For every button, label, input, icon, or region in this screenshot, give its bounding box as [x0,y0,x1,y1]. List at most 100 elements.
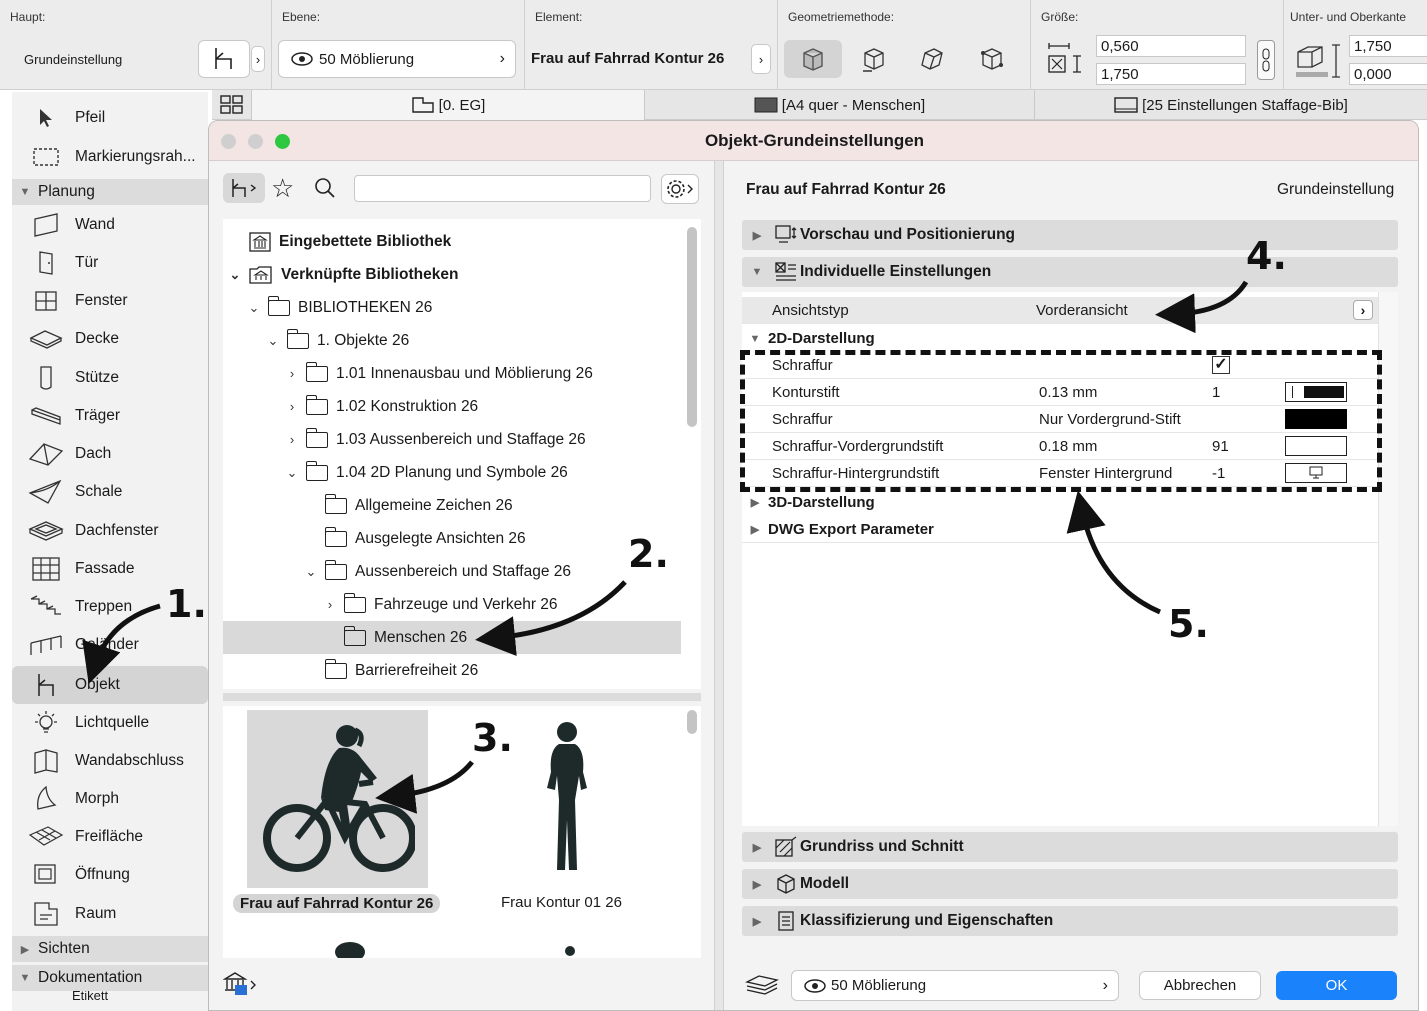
tree-row-barrierefreiheit[interactable]: Barrierefreiheit 26 [324,654,478,687]
favorites-star-icon[interactable]: ☆ [271,175,294,201]
group-dokumentation[interactable]: ▼ Dokumentation [12,965,208,991]
height-field[interactable]: 1,750 [1096,63,1246,85]
window-background-icon[interactable] [1285,463,1347,483]
chevron-right-icon[interactable]: › [284,366,300,381]
tool-morph[interactable]: Morph [12,780,208,818]
tab-settings-sheet[interactable]: [25 Einstellungen Staffage-Bib] [1035,90,1427,120]
element-chevron-icon[interactable]: › [751,44,771,74]
thumbnail-scrollbar[interactable] [687,710,697,734]
geometry-box-button[interactable] [784,40,842,78]
param-row-schraffur-typ[interactable]: Schraffur Nur Vordergrund-Stift [742,406,1378,433]
tool-dachfenster[interactable]: Dachfenster [12,512,208,550]
partial-thumbnail-icon[interactable] [335,942,365,958]
param-group-3d[interactable]: ▶ 3D-Darstellung [742,489,1378,516]
param-row-hintergrundstift[interactable]: Schraffur-Hintergrundstift Fenster Hinte… [742,460,1378,487]
param-row-konturstift[interactable]: Konturstift 0.13 mm 1 [742,379,1378,406]
library-manager-icon[interactable] [222,971,259,1001]
chevron-down-icon[interactable]: ⌄ [246,300,262,316]
tool-markierungsrahmen[interactable]: Markierungsrah... [12,138,208,176]
chevron-down-icon[interactable]: ⌄ [303,564,319,580]
tree-row-ausgelegte-ansichten[interactable]: Ausgelegte Ansichten 26 [324,522,526,555]
woman-standing-icon[interactable] [537,720,597,884]
pane-splitter[interactable] [223,693,701,701]
tool-wand[interactable]: Wand [12,206,208,244]
tree-row-aussenbereich-staffage[interactable]: ⌄ Aussenbereich und Staffage 26 [303,555,571,588]
tool-traeger[interactable]: Träger [12,397,208,435]
bottom-elevation-field[interactable]: 0,000 [1349,63,1427,85]
tool-tuer[interactable]: Tür [12,244,208,282]
param-row-vordergrundstift[interactable]: Schraffur-Vordergrundstift 0.18 mm 91 [742,433,1378,460]
chevron-right-icon[interactable]: › [322,597,338,612]
top-elevation-field[interactable]: 1,750 [1349,35,1427,57]
object-tool-button[interactable] [198,40,250,78]
parameter-scrollbar[interactable] [1378,292,1398,826]
tool-oeffnung[interactable]: Öffnung [12,856,208,894]
dialog-layer-select[interactable]: 50 Möblierung › [791,970,1119,1001]
tree-row-objekte[interactable]: ⌄ 1. Objekte 26 [265,324,409,357]
zoom-window-button[interactable] [275,134,290,149]
section-individual-settings[interactable]: ▼ Individuelle Einstellungen [742,257,1398,287]
tool-decke[interactable]: Decke [12,320,208,358]
tree-row-aussenbereich[interactable]: › 1.03 Aussenbereich und Staffage 26 [284,423,586,456]
library-settings-button[interactable] [661,174,699,204]
param-row-schraffur[interactable]: Schraffur ✓ [742,352,1378,379]
close-window-button[interactable] [221,134,236,149]
section-model[interactable]: ▶ Modell [742,869,1398,899]
tree-row-linked-libraries[interactable]: ⌄ Verknüpfte Bibliotheken [227,258,458,291]
chain-link-icon[interactable] [1257,40,1275,80]
section-preview-positioning[interactable]: ▶ Vorschau und Positionierung [742,220,1398,250]
library-search-input[interactable] [354,175,651,202]
param-group-dwg[interactable]: ▶ DWG Export Parameter [742,516,1378,543]
tree-row-embedded-library[interactable]: Eingebettete Bibliothek [249,225,451,258]
section-floor-plan-section[interactable]: ▶ Grundriss und Schnitt [742,832,1398,862]
chevron-right-icon[interactable]: › [1353,300,1373,320]
tool-schale[interactable]: Schale [12,473,208,511]
ok-button[interactable]: OK [1276,971,1397,1000]
cancel-button[interactable]: Abbrechen [1139,971,1261,1000]
chevron-right-icon[interactable]: › [284,399,300,414]
tree-row-fahrzeuge[interactable]: › Fahrzeuge und Verkehr 26 [322,588,558,621]
tree-row-menschen[interactable]: Menschen 26 [343,621,467,654]
layer-select[interactable]: 50 Möblierung › [278,40,516,78]
tree-scrollbar[interactable] [687,227,697,427]
tool-stuetze[interactable]: Stütze [12,359,208,397]
geometry-slanted-button[interactable] [918,45,946,77]
partial-thumbnail-icon[interactable] [565,946,575,956]
fill-pattern-swatch[interactable] [1285,409,1347,429]
pane-divider[interactable] [714,161,724,1010]
tool-gelaender[interactable]: Geländer [12,626,208,664]
tool-wandabschluss[interactable]: Wandabschluss [12,742,208,780]
group-planung[interactable]: ▼ Planung [12,179,208,205]
geometry-base-button[interactable] [860,45,888,77]
checkbox-checked[interactable]: ✓ [1212,356,1230,374]
tool-freiflaeche[interactable]: Freifläche [12,818,208,856]
woman-on-bicycle-icon[interactable] [255,720,417,884]
grid-view-icon[interactable] [212,90,252,120]
search-icon[interactable] [314,177,336,203]
param-row-ansichtstyp[interactable]: Ansichtstyp Vorderansicht › [742,297,1378,324]
width-field[interactable]: 0,560 [1096,35,1246,57]
tool-objekt[interactable]: Objekt [12,666,208,704]
tool-lichtquelle[interactable]: Lichtquelle [12,704,208,742]
tree-row-allgemeine-zeichen[interactable]: Allgemeine Zeichen 26 [324,489,513,522]
chevron-down-icon[interactable]: ⌄ [284,465,300,481]
pen-swatch[interactable] [1285,436,1347,456]
tree-row-2d-planung[interactable]: ⌄ 1.04 2D Planung und Symbole 26 [284,456,568,489]
chevron-right-icon[interactable]: › [284,432,300,447]
tree-row-innenausbau[interactable]: › 1.01 Innenausbau und Möblierung 26 [284,357,593,390]
tool-pfeil[interactable]: Pfeil [12,99,208,137]
group-sichten[interactable]: ▶ Sichten [12,936,208,962]
minimize-window-button[interactable] [248,134,263,149]
tool-fenster[interactable]: Fenster [12,282,208,320]
library-folder-view-button[interactable] [223,173,265,203]
haupt-chevron-icon[interactable]: › [251,46,265,72]
tab-layout[interactable]: [A4 quer - Menschen] [645,90,1035,120]
section-classification[interactable]: ▶ Klassifizierung und Eigenschaften [742,906,1398,936]
tab-floor-plan[interactable]: [0. EG] [252,90,645,120]
tree-row-bibliotheken[interactable]: ⌄ BIBLIOTHEKEN 26 [246,291,432,324]
chevron-down-icon[interactable]: ⌄ [227,267,243,283]
param-group-2d[interactable]: ▼ 2D-Darstellung [742,325,1378,352]
pen-swatch[interactable] [1285,382,1347,402]
tool-raum[interactable]: Raum [12,895,208,933]
tree-row-konstruktion[interactable]: › 1.02 Konstruktion 26 [284,390,478,423]
